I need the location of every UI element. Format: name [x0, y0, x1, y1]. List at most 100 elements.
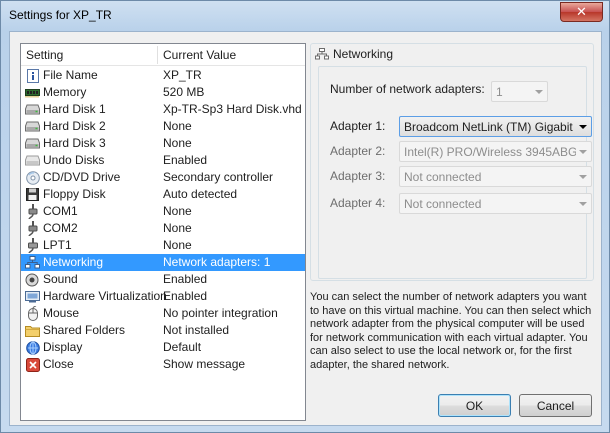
window-close-button[interactable]: ✕	[560, 2, 603, 22]
ok-button[interactable]: OK	[438, 394, 511, 417]
networking-title-label: Networking	[333, 47, 394, 61]
adapter-3-select[interactable]: Not connected	[399, 166, 592, 187]
com-port-icon	[25, 204, 40, 219]
setting-value: XP_TR	[163, 68, 202, 82]
settings-list[interactable]: Setting Current Value File Name XP_TR Memo…	[20, 43, 306, 421]
networking-settings-box: Number of network adapters: 1 Adapter 1:…	[318, 66, 592, 279]
sound-icon	[25, 272, 40, 287]
setting-value: None	[163, 136, 192, 150]
setting-name: Sound	[43, 272, 78, 286]
title-bar[interactable]: Settings for XP_TR ✕	[1, 1, 609, 31]
setting-name: Hardware Virtualization	[43, 289, 167, 303]
adapter-1-label: Adapter 1:	[330, 119, 386, 133]
dialog-client-area: Setting Current Value File Name XP_TR Memo…	[9, 31, 602, 426]
setting-name: COM1	[43, 204, 78, 218]
settings-row-lpt1[interactable]: LPT1 None	[21, 237, 305, 254]
settings-row-close[interactable]: Close Show message	[21, 356, 305, 373]
settings-row-display[interactable]: Display Default	[21, 339, 305, 356]
column-separator[interactable]	[157, 46, 158, 64]
setting-name: Close	[43, 357, 74, 371]
settings-row-file-name[interactable]: File Name XP_TR	[21, 67, 305, 84]
setting-value: Enabled	[163, 289, 208, 303]
setting-value: None	[163, 221, 192, 235]
chevron-down-icon	[535, 90, 543, 94]
settings-row-undo-disks[interactable]: Undo Disks Enabled	[21, 152, 305, 169]
settings-row-hard-disk-2[interactable]: Hard Disk 2 None	[21, 118, 305, 135]
settings-row-networking[interactable]: Networking Network adapters: 1	[21, 254, 305, 271]
setting-value: Secondary controller	[163, 170, 274, 184]
hardware-virtualization-icon	[25, 289, 40, 304]
setting-name: Networking	[43, 255, 104, 269]
settings-row-shared-folders[interactable]: Shared Folders Not installed	[21, 322, 305, 339]
setting-name: Hard Disk 3	[43, 136, 106, 150]
network-icon	[25, 255, 40, 270]
cancel-button[interactable]: Cancel	[519, 394, 592, 417]
window-title: Settings for XP_TR	[9, 8, 112, 22]
setting-name: Hard Disk 2	[43, 119, 106, 133]
setting-name: Shared Folders	[43, 323, 126, 337]
settings-row-floppy-disk[interactable]: Floppy Disk Auto detected	[21, 186, 305, 203]
cd-dvd-icon	[25, 170, 40, 185]
setting-value: Default	[163, 340, 202, 354]
setting-name: Hard Disk 1	[43, 102, 106, 116]
setting-value: Auto detected	[163, 187, 238, 201]
setting-value: None	[163, 119, 192, 133]
setting-column-header[interactable]: Setting	[26, 48, 63, 62]
setting-name: Mouse	[43, 306, 80, 320]
chevron-down-icon	[579, 202, 587, 206]
setting-value: Not installed	[163, 323, 230, 337]
folder-icon	[25, 323, 40, 338]
hard-disk-icon	[25, 102, 40, 117]
adapter-2-select[interactable]: Intel(R) PRO/Wireless 3945ABG Ne	[399, 141, 592, 162]
list-header: Setting Current Value	[21, 44, 305, 66]
adapter-1-value: Broadcom NetLink (TM) Gigabit Ethe	[404, 120, 576, 134]
setting-value: None	[163, 238, 192, 252]
settings-row-hard-disk-3[interactable]: Hard Disk 3 None	[21, 135, 305, 152]
settings-row-sound[interactable]: Sound Enabled	[21, 271, 305, 288]
floppy-icon	[25, 187, 40, 202]
setting-value: None	[163, 204, 192, 218]
networking-title: Networking	[315, 47, 393, 61]
setting-name: Display	[43, 340, 83, 354]
network-icon	[315, 48, 329, 60]
com-port-icon	[25, 221, 40, 236]
hard-disk-icon	[25, 119, 40, 134]
settings-row-mouse[interactable]: Mouse No pointer integration	[21, 305, 305, 322]
settings-row-memory[interactable]: Memory 520 MB	[21, 84, 305, 101]
settings-rows: File Name XP_TR Memory 520 MB Hard Disk 1 Xp-…	[21, 67, 305, 373]
setting-value: Network adapters: 1	[163, 255, 271, 269]
adapter-count-label: Number of network adapters:	[330, 82, 485, 96]
display-icon	[25, 340, 40, 355]
setting-name: LPT1	[43, 238, 72, 252]
setting-value: Xp-TR-Sp3 Hard Disk.vhd	[163, 102, 302, 116]
chevron-down-icon	[579, 150, 587, 154]
setting-value: No pointer integration	[163, 306, 278, 320]
setting-name: Memory	[43, 85, 87, 99]
settings-row-com1[interactable]: COM1 None	[21, 203, 305, 220]
networking-help-text: You can select the number of network ada…	[310, 291, 592, 371]
adapter-4-select[interactable]: Not connected	[399, 193, 592, 214]
setting-value: 520 MB	[163, 85, 205, 99]
setting-value: Show message	[163, 357, 246, 371]
adapter-4-value: Not connected	[404, 197, 482, 211]
ok-button-label: OK	[465, 398, 484, 413]
adapter-3-label: Adapter 3:	[330, 169, 386, 183]
settings-row-hard-disk-1[interactable]: Hard Disk 1 Xp-TR-Sp3 Hard Disk.vhd	[21, 101, 305, 118]
value-column-header[interactable]: Current Value	[163, 48, 236, 62]
adapter-2-label: Adapter 2:	[330, 144, 386, 158]
setting-name: Undo Disks	[43, 153, 105, 167]
settings-row-cd-dvd-drive[interactable]: CD/DVD Drive Secondary controller	[21, 169, 305, 186]
adapter-count-select[interactable]: 1	[491, 81, 548, 102]
hard-disk-icon	[25, 136, 40, 151]
adapter-count-value: 1	[496, 85, 503, 99]
adapter-3-value: Not connected	[404, 170, 482, 184]
adapter-1-select[interactable]: Broadcom NetLink (TM) Gigabit Ethe	[399, 116, 592, 137]
settings-row-com2[interactable]: COM2 None	[21, 220, 305, 237]
networking-panel: Networking Number of network adapters: 1…	[310, 43, 594, 281]
adapter-4-label: Adapter 4:	[330, 196, 386, 210]
settings-row-hardware-virtualization[interactable]: Hardware Virtualization Enabled	[21, 288, 305, 305]
setting-name: Floppy Disk	[43, 187, 106, 201]
cancel-button-label: Cancel	[536, 398, 575, 413]
setting-value: Enabled	[163, 153, 208, 167]
close-vm-icon	[25, 357, 40, 372]
